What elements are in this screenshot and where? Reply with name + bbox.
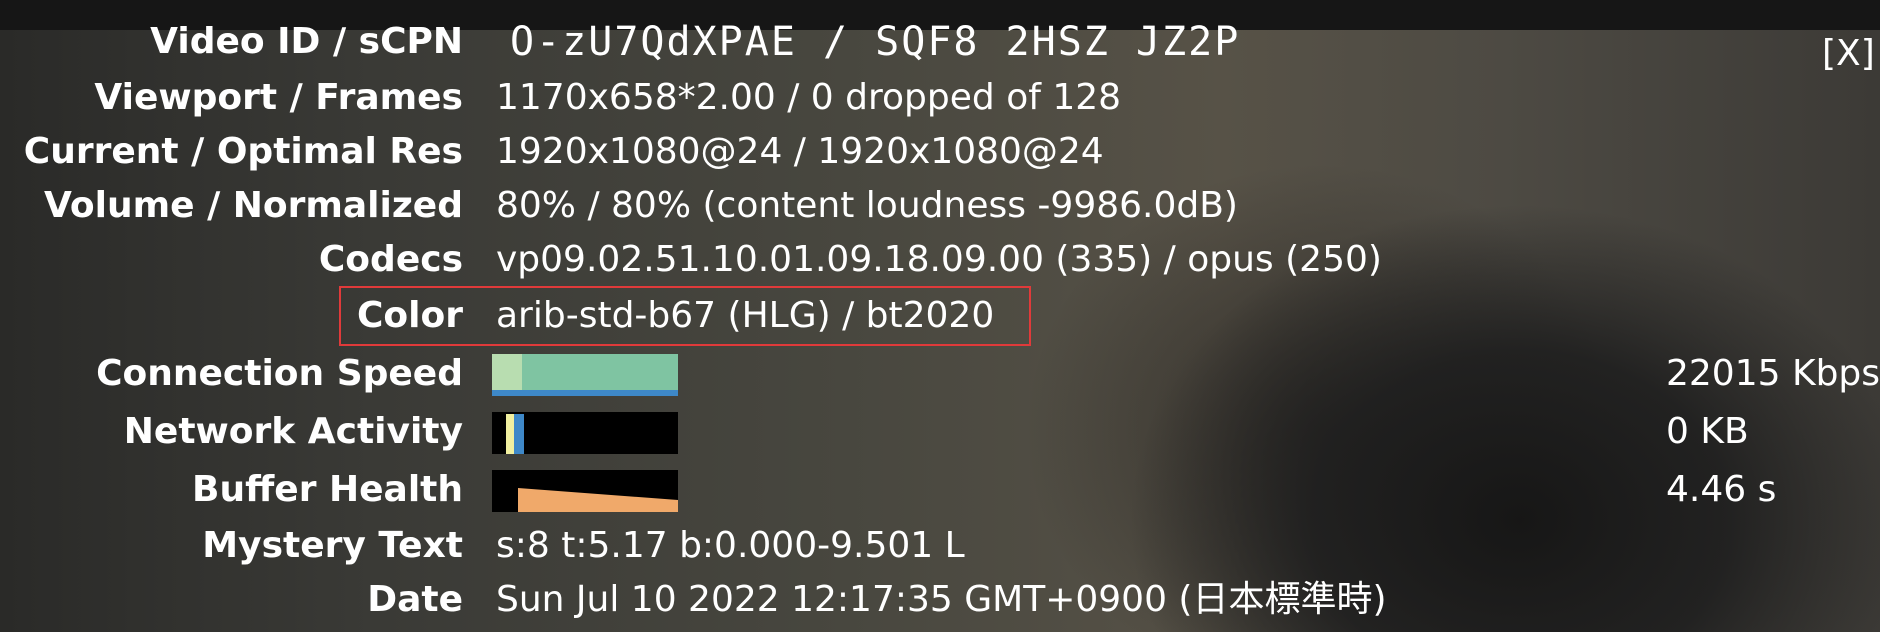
row-buffer-health: Buffer Health 4.46 s — [0, 464, 1880, 516]
volume-value: 80% / 80% (content loudness -9986.0dB) — [496, 185, 1238, 226]
stats-for-nerds-panel: [X] Video ID / sCPN O-zU7QdXPAE / SQF8 2… — [0, 0, 1880, 640]
resolution-value: 1920x1080@24 / 1920x1080@24 — [496, 131, 1104, 172]
row-network-activity: Network Activity 0 KB — [0, 406, 1880, 458]
viewport-label: Viewport / Frames — [94, 77, 463, 118]
row-color: Color arib-std-b67 (HLG) / bt2020 — [0, 290, 1880, 342]
network-graph-spike-yellow — [506, 414, 514, 454]
network-graph-spike-blue — [514, 414, 524, 454]
connection-speed-value: 22015 Kbps — [1666, 353, 1880, 394]
row-date: Date Sun Jul 10 2022 12:17:35 GMT+0900 (… — [0, 574, 1880, 626]
mystery-text-value: s:8 t:5.17 b:0.000-9.501 L — [496, 525, 965, 566]
codecs-value: vp09.02.51.10.01.09.18.09.00 (335) / opu… — [496, 239, 1382, 280]
connection-graph-baseline — [492, 390, 678, 396]
buffer-health-svg — [518, 488, 678, 512]
row-volume: Volume / Normalized 80% / 80% (content l… — [0, 180, 1880, 232]
row-viewport: Viewport / Frames 1170x658*2.00 / 0 drop… — [0, 72, 1880, 124]
network-activity-graph — [492, 412, 678, 454]
video-id-value: O-zU7QdXPAE / SQF8 2HSZ JZ2P — [510, 19, 1241, 65]
viewport-value: 1170x658*2.00 / 0 dropped of 128 — [496, 77, 1122, 118]
buffer-health-label: Buffer Health — [192, 469, 463, 510]
network-activity-label: Network Activity — [123, 411, 463, 452]
volume-label: Volume / Normalized — [44, 185, 463, 226]
buffer-health-graph — [492, 470, 678, 512]
color-value: arib-std-b67 (HLG) / bt2020 — [496, 295, 995, 336]
resolution-label: Current / Optimal Res — [23, 131, 463, 172]
row-resolution: Current / Optimal Res 1920x1080@24 / 192… — [0, 126, 1880, 178]
buffer-health-area — [518, 488, 678, 512]
row-connection-speed: Connection Speed 22015 Kbps — [0, 348, 1880, 400]
row-mystery-text: Mystery Text s:8 t:5.17 b:0.000-9.501 L — [0, 520, 1880, 572]
row-video-id: Video ID / sCPN O-zU7QdXPAE / SQF8 2HSZ … — [0, 16, 1880, 68]
mystery-text-label: Mystery Text — [202, 525, 463, 566]
color-label: Color — [357, 295, 463, 336]
bottom-edge — [0, 632, 1880, 640]
date-value: Sun Jul 10 2022 12:17:35 GMT+0900 (日本標準時… — [496, 579, 1387, 620]
connection-speed-label: Connection Speed — [96, 353, 463, 394]
network-activity-value: 0 KB — [1666, 411, 1749, 452]
video-id-label: Video ID / sCPN — [150, 21, 463, 62]
buffer-health-value: 4.46 s — [1666, 469, 1777, 510]
codecs-label: Codecs — [318, 239, 463, 280]
connection-speed-graph — [492, 354, 678, 396]
row-codecs: Codecs vp09.02.51.10.01.09.18.09.00 (335… — [0, 234, 1880, 286]
date-label: Date — [367, 579, 463, 620]
